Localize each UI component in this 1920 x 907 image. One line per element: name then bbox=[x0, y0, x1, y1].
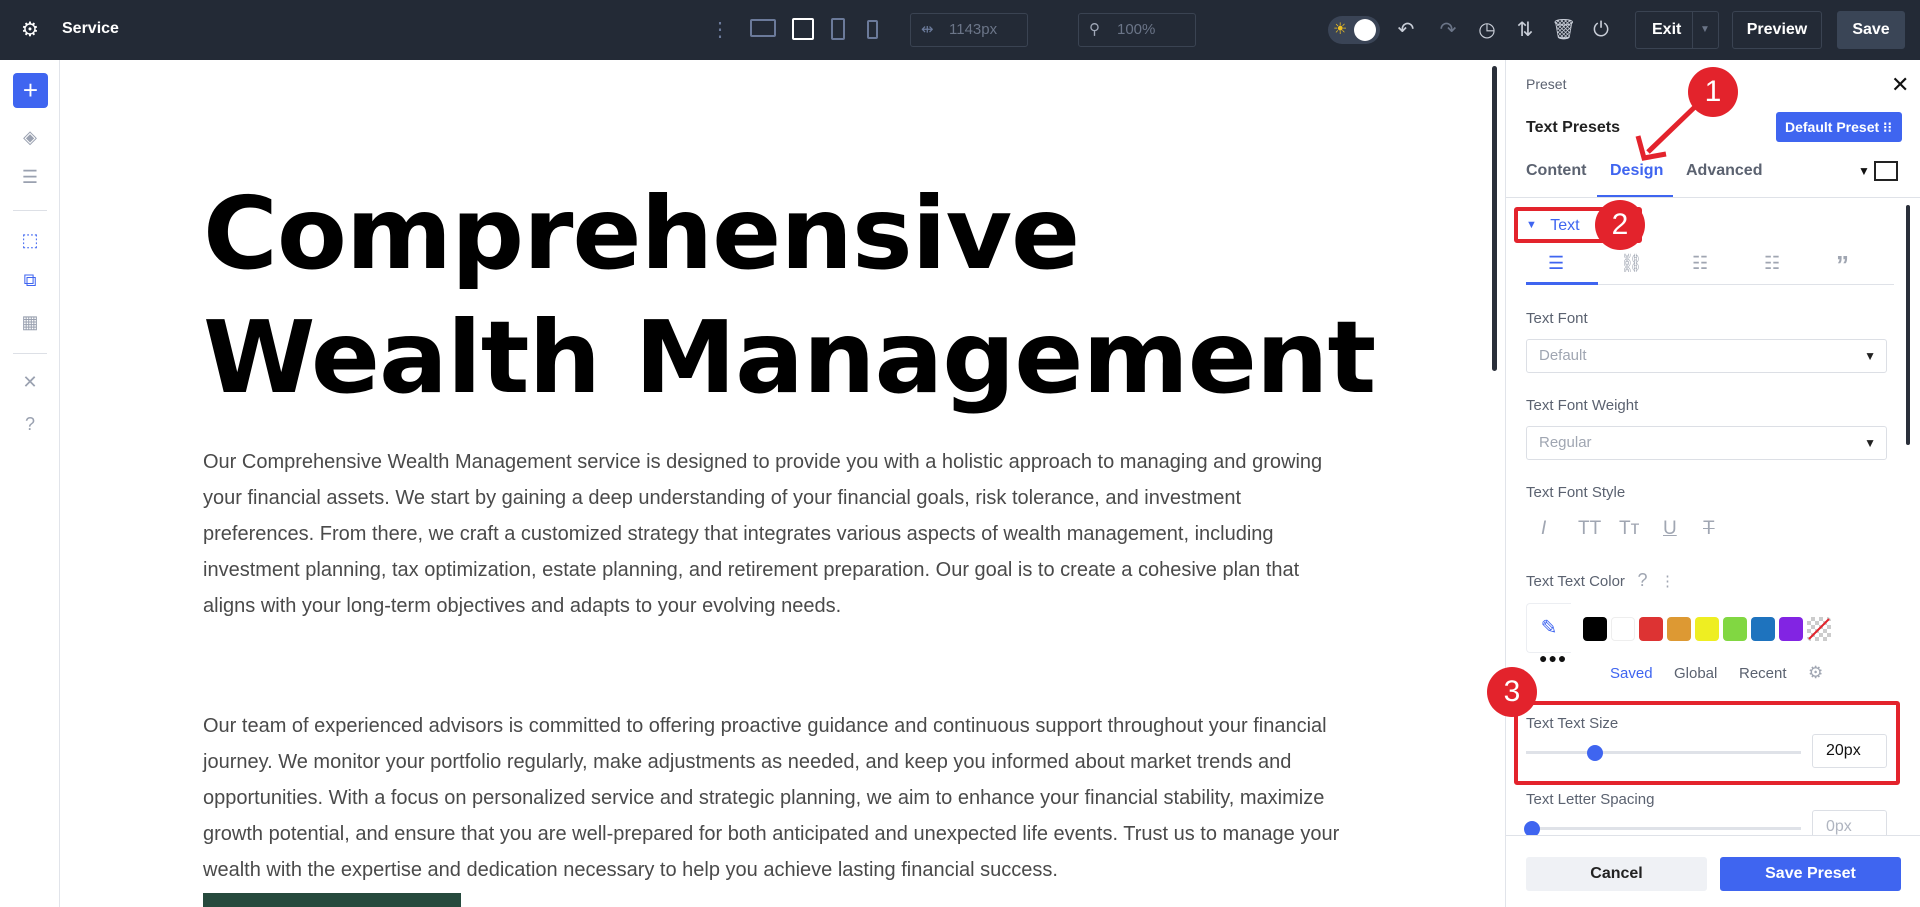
toggle-knob bbox=[1354, 19, 1376, 41]
recent-colors-tab[interactable]: Recent bbox=[1739, 665, 1787, 682]
annotation-box-size bbox=[1514, 701, 1900, 785]
panel-breadcrumb: Preset bbox=[1526, 76, 1567, 92]
top-toolbar: ⚙ Service ⋮ ⇹ 1143px ⚲ 100% ☀ ↶ ↷ ◷ ⇅ 🗑 ⏻ … bbox=[0, 0, 1920, 60]
preview-button[interactable]: Preview bbox=[1732, 11, 1822, 49]
ordered-list-icon[interactable]: ☷ bbox=[1764, 253, 1780, 274]
phone-view-icon[interactable] bbox=[867, 20, 878, 39]
global-colors-tab[interactable]: Global bbox=[1674, 665, 1717, 682]
device-icon[interactable] bbox=[1874, 161, 1898, 181]
save-button[interactable]: Save bbox=[1837, 11, 1905, 49]
select-element-icon[interactable]: ⬚ bbox=[18, 228, 42, 252]
quote-icon[interactable]: ” bbox=[1836, 250, 1849, 281]
color-swatch[interactable] bbox=[1639, 617, 1663, 641]
canvas-scrollbar[interactable] bbox=[1492, 66, 1497, 371]
chevron-down-icon[interactable]: ▼ bbox=[1700, 12, 1710, 48]
help-icon[interactable]: ? bbox=[18, 412, 42, 436]
width-input[interactable]: ⇹ 1143px bbox=[910, 13, 1028, 47]
color-swatch[interactable] bbox=[1695, 617, 1719, 641]
page-title: Service bbox=[62, 20, 119, 37]
redo-icon[interactable]: ↷ bbox=[1436, 18, 1460, 42]
page-heading: Comprehensive Wealth Management bbox=[203, 175, 1376, 416]
text-font-label: Text Font bbox=[1526, 310, 1588, 327]
color-swatch[interactable] bbox=[1779, 617, 1803, 641]
gear-icon[interactable]: ⚙ bbox=[1808, 663, 1823, 683]
exit-label: Exit bbox=[1652, 21, 1682, 38]
zoom-input[interactable]: ⚲ 100% bbox=[1078, 13, 1196, 47]
paragraph: Our team of experienced advisors is comm… bbox=[203, 715, 1340, 881]
left-sidebar: + ◈ ☰ ⬚ ⧉ ▦ ✕ ? bbox=[0, 60, 60, 907]
italic-icon[interactable]: I bbox=[1541, 518, 1546, 540]
more-icon[interactable]: ●●● bbox=[1539, 650, 1567, 666]
color-swatch[interactable] bbox=[1583, 617, 1607, 641]
trash-icon[interactable]: 🗑 bbox=[1551, 18, 1576, 42]
text-color-label: Text Text Color ? ⋮ bbox=[1526, 570, 1675, 590]
saved-colors-tab[interactable]: Saved bbox=[1610, 665, 1653, 682]
unordered-list-icon[interactable]: ☷ bbox=[1692, 253, 1708, 274]
eyedropper-icon[interactable]: ✎ bbox=[1526, 603, 1571, 653]
annotation-marker: 3 bbox=[1487, 667, 1537, 717]
tablet-view-icon[interactable] bbox=[831, 18, 845, 40]
link-icon[interactable]: ⛓ bbox=[1620, 253, 1643, 274]
text-align-icon[interactable]: ☰ bbox=[1548, 253, 1564, 274]
tab-content[interactable]: Content bbox=[1526, 162, 1586, 180]
laptop-view-icon[interactable] bbox=[792, 18, 814, 40]
exit-button[interactable]: Exit ▼ bbox=[1635, 11, 1719, 49]
cta-button[interactable] bbox=[203, 893, 461, 907]
letter-spacing-label: Text Letter Spacing bbox=[1526, 791, 1655, 808]
font-style-label: Text Font Style bbox=[1526, 484, 1626, 501]
panel-title: Text Presets bbox=[1526, 119, 1620, 136]
width-value: 1143px bbox=[949, 21, 998, 38]
capitalize-icon[interactable]: Tт bbox=[1619, 518, 1639, 540]
transparent-swatch[interactable] bbox=[1807, 617, 1831, 641]
power-icon[interactable]: ⏻ bbox=[1589, 18, 1613, 42]
tools-icon[interactable]: ✕ bbox=[18, 370, 42, 394]
panel-footer: Cancel Save Preset bbox=[1506, 835, 1920, 907]
letter-spacing-input[interactable]: 0px bbox=[1812, 810, 1887, 835]
uppercase-icon[interactable]: TT bbox=[1578, 518, 1601, 540]
template-preview-icon[interactable]: ▦ bbox=[18, 310, 42, 334]
font-weight-select[interactable]: Regular ▼ bbox=[1526, 426, 1887, 460]
color-swatch[interactable] bbox=[1667, 617, 1691, 641]
desktop-view-icon[interactable] bbox=[750, 19, 776, 37]
close-icon[interactable]: ✕ bbox=[1891, 72, 1909, 98]
active-subtab-indicator bbox=[1526, 282, 1598, 285]
page-canvas: Comprehensive Wealth Management Our Compr… bbox=[61, 60, 1505, 907]
zoom-icon: ⚲ bbox=[1089, 21, 1100, 38]
caret-down-icon[interactable]: ▼ bbox=[1858, 164, 1870, 178]
caret-down-icon: ▼ bbox=[1864, 349, 1876, 363]
layers-icon[interactable]: ◈ bbox=[18, 125, 42, 149]
panel-scrollbar[interactable] bbox=[1906, 205, 1910, 445]
zoom-value: 100% bbox=[1117, 21, 1156, 38]
default-preset-button[interactable]: Default Preset ⁝⁝ bbox=[1776, 112, 1902, 142]
annotation-marker: 2 bbox=[1595, 200, 1645, 250]
theme-toggle[interactable]: ☀ bbox=[1328, 16, 1380, 44]
select-multiple-icon[interactable]: ⧉ bbox=[18, 268, 42, 292]
more-vertical-icon[interactable]: ⋮ bbox=[1660, 573, 1675, 590]
help-icon[interactable]: ? bbox=[1637, 570, 1647, 590]
strikethrough-icon[interactable]: T bbox=[1703, 518, 1715, 540]
width-icon: ⇹ bbox=[921, 21, 934, 38]
save-preset-button[interactable]: Save Preset bbox=[1720, 857, 1901, 891]
more-vertical-icon[interactable]: ⋮ bbox=[708, 18, 732, 42]
paragraph: Our Comprehensive Wealth Management serv… bbox=[203, 451, 1323, 617]
cancel-button[interactable]: Cancel bbox=[1526, 857, 1707, 891]
color-swatch[interactable] bbox=[1751, 617, 1775, 641]
text-font-select[interactable]: Default ▼ bbox=[1526, 339, 1887, 373]
underline-icon[interactable]: U bbox=[1663, 518, 1677, 540]
gear-icon[interactable]: ⚙ bbox=[18, 18, 42, 42]
undo-icon[interactable]: ↶ bbox=[1394, 18, 1418, 42]
color-swatch[interactable] bbox=[1611, 617, 1635, 641]
add-icon[interactable]: + bbox=[13, 73, 48, 108]
layout-icon[interactable]: ☰ bbox=[18, 165, 42, 189]
letter-spacing-slider[interactable] bbox=[1524, 821, 1801, 837]
annotation-marker: 1 bbox=[1688, 67, 1738, 117]
font-weight-label: Text Font Weight bbox=[1526, 397, 1639, 414]
sort-icon[interactable]: ⇅ bbox=[1513, 18, 1537, 42]
sun-icon: ☀ bbox=[1333, 21, 1348, 38]
history-icon[interactable]: ◷ bbox=[1475, 18, 1499, 42]
color-swatch[interactable] bbox=[1723, 617, 1747, 641]
caret-down-icon: ▼ bbox=[1864, 436, 1876, 450]
